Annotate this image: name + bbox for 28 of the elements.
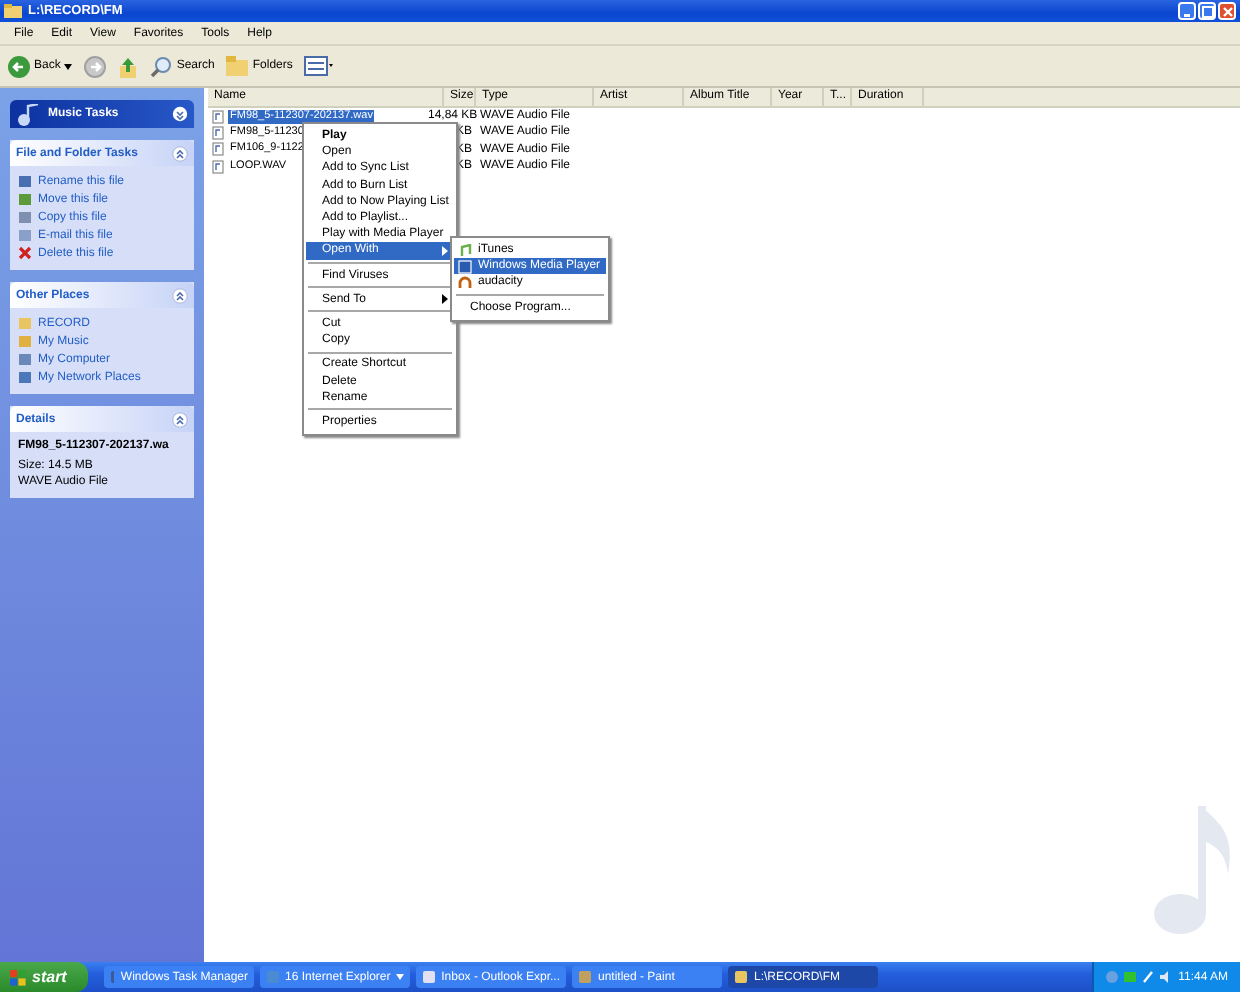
close-button[interactable] [1218, 2, 1236, 20]
expand-icon[interactable] [172, 106, 188, 122]
forward-button[interactable] [84, 55, 107, 77]
back-arrow-icon [8, 55, 30, 77]
collapse-icon[interactable] [172, 287, 188, 303]
start-button[interactable]: start [0, 962, 88, 992]
caret-icon [64, 63, 73, 69]
collapse-icon[interactable] [172, 145, 188, 161]
music-note-icon [16, 103, 40, 125]
up-folder-button[interactable] [118, 55, 139, 77]
media-player-icon [458, 259, 472, 274]
maximize-icon [1201, 5, 1213, 17]
caret-icon [396, 974, 404, 980]
forward-arrow-icon [84, 55, 107, 77]
up-folder-icon [118, 55, 139, 77]
minimize-button[interactable] [1178, 2, 1196, 20]
music-note-icon [458, 243, 472, 258]
views-button[interactable] [304, 56, 335, 76]
windows-logo-icon [10, 969, 26, 985]
close-icon [1221, 5, 1233, 17]
volume-icon[interactable] [1160, 970, 1173, 984]
views-icon [304, 56, 335, 76]
search-icon [150, 55, 173, 77]
collapse-icon[interactable] [172, 411, 188, 427]
headphones-icon [458, 275, 472, 290]
submenu-arrow-icon [442, 294, 448, 305]
delete-icon [18, 246, 32, 260]
maximize-button[interactable] [1198, 2, 1216, 20]
